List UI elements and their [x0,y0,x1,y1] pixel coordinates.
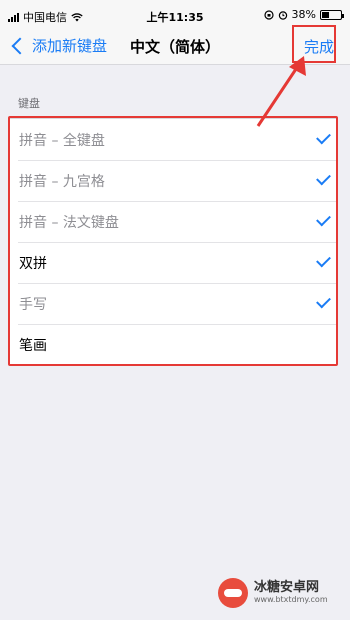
annotation-arrow [256,56,306,127]
watermark-name: 冰糖安卓网 [254,580,320,596]
watermark-logo [218,578,248,608]
watermark-url: www.btxtdmy.com [254,594,328,604]
watermark-text: 冰糖安卓网 www.btxtdmy.com [254,581,328,604]
watermark: 冰糖安卓网 www.btxtdmy.com [218,578,328,608]
